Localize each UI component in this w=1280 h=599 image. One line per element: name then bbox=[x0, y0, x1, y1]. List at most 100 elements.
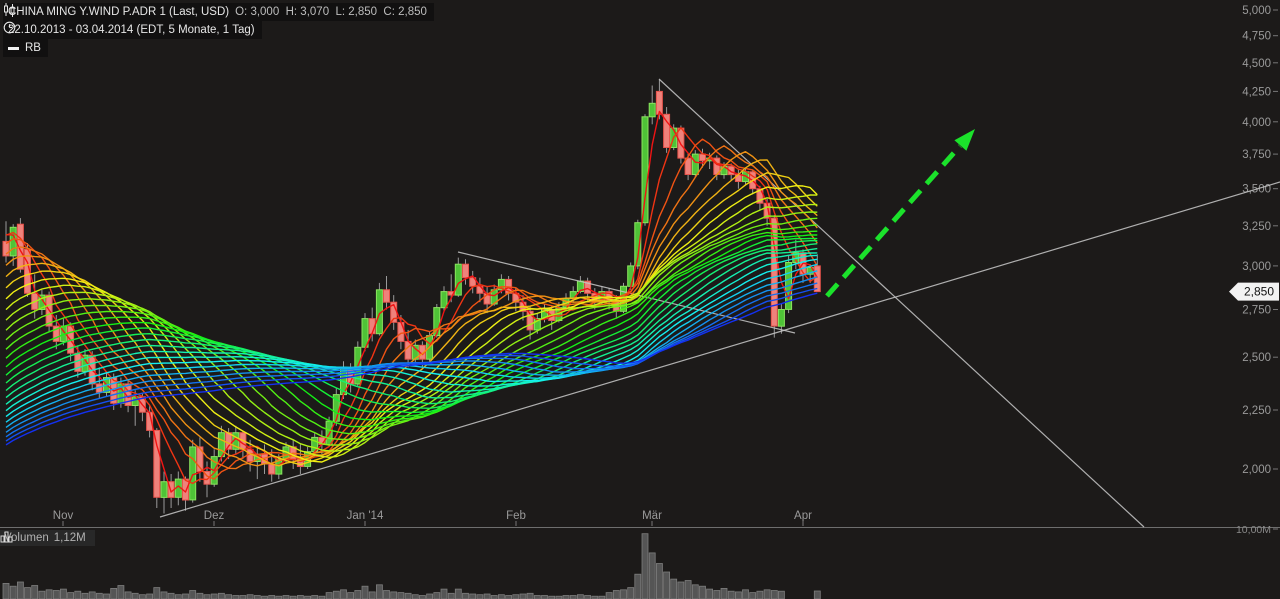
volume-bar bbox=[147, 594, 153, 599]
volume-bar bbox=[542, 596, 548, 599]
volume-bar bbox=[771, 591, 777, 599]
volume-bar bbox=[355, 591, 361, 599]
y-axis-label: 2,250 bbox=[1242, 405, 1271, 417]
price-chart-canvas[interactable]: NovDezJan '14FebMärApr5,0004,7504,5004,2… bbox=[0, 0, 1280, 599]
volume-bar bbox=[678, 582, 684, 599]
volume-bar bbox=[649, 553, 655, 599]
volume-bar bbox=[104, 594, 110, 599]
x-axis-label: Feb bbox=[506, 510, 526, 522]
volume-bar bbox=[75, 591, 81, 599]
x-axis-label: Nov bbox=[53, 510, 74, 522]
volume-bar bbox=[175, 595, 181, 599]
candle-up bbox=[692, 154, 698, 174]
volume-bar bbox=[197, 593, 203, 599]
volume-bar bbox=[491, 596, 497, 599]
volume-bar bbox=[577, 595, 583, 599]
y-axis: 5,0004,7504,5004,2504,0003,7503,5003,250… bbox=[1242, 5, 1278, 476]
volume-bar bbox=[714, 591, 720, 599]
candle-up bbox=[441, 292, 447, 308]
volume-bar bbox=[470, 594, 476, 599]
volume-bar bbox=[218, 593, 224, 599]
volume-bar bbox=[118, 586, 124, 599]
volume-bar bbox=[111, 588, 117, 599]
volume-bar bbox=[32, 586, 38, 599]
trendline[interactable] bbox=[659, 79, 1144, 527]
volume-bar bbox=[96, 593, 102, 599]
instrument-title: CHINA MING Y.WIND P.ADR 1 (Last, USD) bbox=[8, 6, 229, 18]
candle-down bbox=[700, 154, 706, 161]
candle-up bbox=[778, 310, 784, 327]
y-axis-label: 3,000 bbox=[1242, 261, 1271, 273]
candle-down bbox=[154, 430, 160, 497]
y-axis-label: 5,000 bbox=[1242, 5, 1271, 17]
x-axis: NovDezJan '14FebMärApr bbox=[53, 510, 812, 526]
candle-up bbox=[649, 103, 655, 117]
volume-bar bbox=[498, 595, 504, 599]
indicator-legend[interactable]: RB bbox=[3, 39, 48, 57]
chart-window: NovDezJan '14FebMärApr5,0004,7504,5004,2… bbox=[0, 0, 1280, 599]
volume-bar bbox=[412, 595, 418, 599]
volume-bar bbox=[53, 591, 59, 599]
candle-up bbox=[10, 227, 16, 256]
volume-bar bbox=[757, 591, 763, 599]
date-range: 22.10.2013 - 03.04.2014 (EDT, 5 Monate, … bbox=[8, 24, 255, 36]
x-axis-label: Dez bbox=[204, 510, 225, 522]
volume-bar bbox=[606, 593, 612, 599]
volume-bar bbox=[527, 593, 533, 599]
candle-up bbox=[642, 117, 648, 223]
arrow-shaft[interactable] bbox=[827, 146, 960, 296]
volume-bar bbox=[743, 590, 749, 599]
volume-bar bbox=[642, 534, 648, 599]
volume-bar bbox=[448, 593, 454, 599]
volume-bar bbox=[664, 572, 670, 599]
candle-up bbox=[455, 264, 461, 295]
y-axis-label: 4,750 bbox=[1242, 31, 1271, 43]
volume-bar bbox=[520, 594, 526, 599]
x-axis-label: Mär bbox=[642, 510, 662, 522]
volume-axis-label: 10,00M bbox=[1236, 524, 1271, 536]
volume-bar bbox=[506, 596, 512, 599]
volume-bar bbox=[750, 593, 756, 599]
last-price-badge: 2,850 bbox=[1229, 283, 1279, 301]
projection-arrow[interactable] bbox=[827, 129, 975, 296]
ohlc-readout: O: 3,000 H: 3,070 L: 2,850 C: 2,850 bbox=[235, 6, 427, 18]
volume-bar bbox=[513, 595, 519, 599]
volume-bar bbox=[369, 592, 375, 599]
volume-bar bbox=[233, 596, 239, 599]
volume-bar bbox=[721, 588, 727, 599]
volume-bar bbox=[283, 596, 289, 599]
volume-bar bbox=[190, 591, 196, 599]
volume-bar bbox=[269, 596, 275, 599]
volume-bar bbox=[778, 591, 784, 599]
volume-bar bbox=[25, 588, 31, 599]
arrow-head[interactable] bbox=[954, 129, 975, 151]
volume-bar bbox=[463, 593, 469, 599]
y-axis-label: 4,250 bbox=[1242, 86, 1271, 98]
date-range-row: 22.10.2013 - 03.04.2014 (EDT, 5 Monate, … bbox=[3, 21, 262, 39]
volume-bar bbox=[628, 588, 634, 599]
y-axis-label: 2,500 bbox=[1242, 352, 1271, 364]
volume-bar bbox=[125, 592, 131, 599]
volume-bar bbox=[154, 588, 160, 599]
volume-bar bbox=[384, 591, 390, 599]
volume-bar bbox=[563, 596, 569, 599]
volume-pane bbox=[3, 534, 820, 599]
volume-bar bbox=[635, 574, 641, 599]
pane-separator[interactable]: 10,00M bbox=[0, 524, 1280, 536]
volume-bar bbox=[333, 591, 339, 599]
volume-bar bbox=[405, 593, 411, 599]
instrument-header: CHINA MING Y.WIND P.ADR 1 (Last, USD) O:… bbox=[3, 3, 434, 21]
volume-bar bbox=[39, 591, 45, 599]
volume-bar bbox=[764, 590, 770, 599]
volume-bar bbox=[570, 596, 576, 599]
volume-value: 1,12M bbox=[54, 532, 86, 544]
volume-bar bbox=[17, 582, 23, 599]
volume-bar bbox=[60, 589, 66, 599]
volume-bar bbox=[700, 586, 706, 599]
volume-legend[interactable]: Volumen 1,12M bbox=[0, 530, 95, 546]
volume-bar bbox=[211, 594, 217, 599]
candle-down bbox=[384, 290, 390, 302]
volume-bar bbox=[398, 593, 404, 599]
volume-bar bbox=[240, 596, 246, 599]
volume-bar bbox=[312, 596, 318, 599]
